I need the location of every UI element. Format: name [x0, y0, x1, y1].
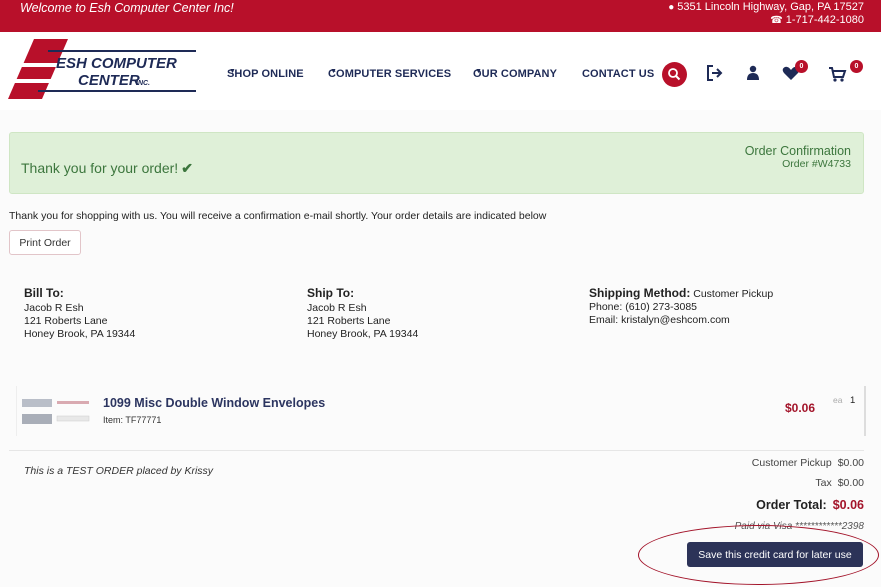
store-contact: ● 5351 Lincoln Highway, Gap, PA 17527 ☎ 1-…: [668, 1, 864, 27]
ship-to-name: Jacob R Esh: [307, 302, 367, 314]
bill-to-city: Honey Brook, PA 19344: [24, 328, 136, 340]
bill-to-block: Bill To: Jacob R Esh 121 Roberts Lane Ho…: [24, 287, 135, 341]
ship-to-heading: Ship To:: [307, 286, 355, 300]
map-pin-icon: ●: [668, 2, 675, 13]
shipping-method-heading: Shipping Method:: [589, 286, 691, 300]
logo-line2: CENTER: [78, 72, 140, 89]
phone-icon: ☎: [770, 15, 783, 26]
top-bar: Welcome to Esh Computer Center Inc! ● 535…: [0, 0, 881, 32]
order-total-value: $0.06: [832, 498, 864, 512]
ship-to-block: Ship To: Jacob R Esh 121 Roberts Lane Ho…: [307, 287, 418, 341]
shipping-total-value: $0.00: [837, 457, 864, 469]
item-name[interactable]: 1099 Misc Double Window Envelopes: [103, 396, 325, 410]
tax-label: Tax: [815, 477, 832, 489]
welcome-text: Welcome to Esh Computer Center Inc!: [20, 1, 234, 15]
nav-shop-label: SHOP ONLINE: [227, 68, 304, 80]
product-thumbnail[interactable]: [19, 395, 91, 429]
caret-down-icon: ▼: [475, 68, 483, 75]
cart-icon[interactable]: [827, 63, 849, 85]
order-total-row: Order Total: $0.06: [756, 498, 864, 512]
thank-you-text: Thank you for your order!: [21, 160, 179, 176]
bill-to-street: 121 Roberts Lane: [24, 315, 108, 327]
item-quantity: 1: [850, 395, 856, 406]
shipping-total-row: Customer Pickup $0.00: [752, 457, 864, 469]
order-confirmation-title: Order Confirmation: [744, 144, 851, 158]
wishlist-count-badge: 0: [795, 60, 808, 73]
shipping-total-label: Customer Pickup: [751, 457, 832, 469]
esh-logo[interactable]: ESH COMPUTER CENTER INC.: [8, 37, 198, 99]
sign-out-icon[interactable]: [704, 62, 726, 84]
shipping-email: Email: kristalyn@eshcom.com: [589, 314, 730, 326]
order-note: This is a TEST ORDER placed by Krissy: [24, 465, 214, 477]
nav-company-label: OUR COMPANY: [473, 68, 558, 80]
store-address: 5351 Lincoln Highway, Gap, PA 17527: [677, 1, 864, 13]
thank-you-message: Thank you for your order! ✔: [21, 160, 193, 177]
tax-row: Tax $0.00: [815, 477, 864, 489]
shipping-phone: Phone: (610) 273-3085: [589, 301, 697, 313]
nav-contact-us[interactable]: CONTACT US: [582, 68, 654, 80]
account-icon[interactable]: [742, 62, 764, 84]
shipping-method-value: Customer Pickup: [693, 288, 774, 300]
logo-inc: INC.: [136, 80, 150, 87]
tax-value: $0.00: [837, 477, 864, 489]
caret-down-icon: ▼: [229, 68, 237, 75]
order-confirmation-info: Order Confirmation Order #W4733: [745, 144, 851, 170]
item-number: Item: TF77771: [103, 415, 162, 425]
order-total-label: Order Total:: [756, 498, 827, 512]
bill-to-name: Jacob R Esh: [24, 302, 84, 314]
save-credit-card-button[interactable]: Save this credit card for later use: [687, 542, 863, 567]
search-button[interactable]: [662, 62, 687, 87]
site-header: ESH COMPUTER CENTER INC. SHOP ONLINE ▼ CO…: [0, 32, 881, 110]
order-number: Order #W4733: [782, 158, 851, 170]
bill-to-heading: Bill To:: [24, 286, 64, 300]
confirmation-email-message: Thank you for shopping with us. You will…: [9, 210, 547, 222]
print-order-button[interactable]: Print Order: [9, 230, 81, 255]
item-unit: ea: [833, 395, 843, 405]
ship-to-city: Honey Brook, PA 19344: [307, 328, 419, 340]
order-line-item: 1099 Misc Double Window Envelopes Item: …: [16, 386, 866, 436]
divider: [9, 450, 864, 451]
logo-line1: ESH COMPUTER: [56, 55, 177, 72]
nav-services-label: COMPUTER SERVICES: [328, 68, 452, 80]
ship-to-street: 121 Roberts Lane: [307, 315, 391, 327]
store-phone[interactable]: 1-717-442-1080: [786, 14, 864, 26]
cart-count-badge: 0: [850, 60, 863, 73]
item-price: $0.06: [785, 401, 816, 415]
checkmark-icon: ✔: [181, 160, 193, 176]
order-confirmation-alert: Thank you for your order! ✔ Order Confirm…: [9, 132, 864, 194]
shipping-method-block: Shipping Method: Customer Pickup Phone: …: [589, 287, 773, 327]
caret-down-icon: ▼: [330, 68, 338, 75]
search-icon: [668, 68, 681, 81]
